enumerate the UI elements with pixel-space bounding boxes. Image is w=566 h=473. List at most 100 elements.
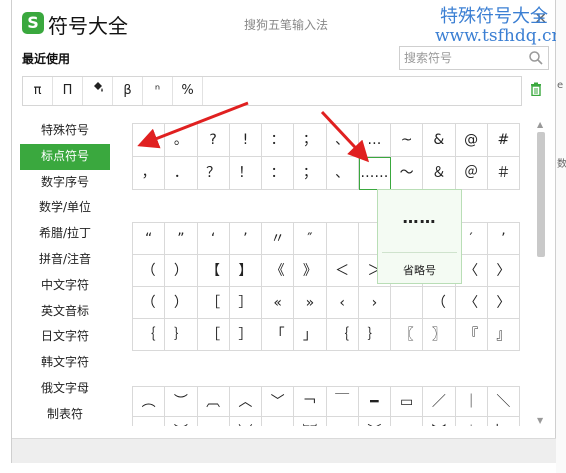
symbol-cell[interactable]: 》	[294, 255, 327, 287]
symbol-cell[interactable]: ‘	[197, 223, 230, 255]
symbol-cell[interactable]: ‹	[326, 287, 359, 319]
symbol-cell[interactable]: ﹀	[262, 387, 295, 417]
symbol-cell[interactable]: 、	[326, 124, 359, 157]
recent-symbol-fill-icon[interactable]	[83, 77, 113, 105]
symbol-cell[interactable]: !	[229, 124, 262, 157]
symbol-cell[interactable]: ︻	[391, 417, 424, 426]
symbol-cell[interactable]: （	[133, 255, 166, 287]
symbol-cell[interactable]: ～	[391, 157, 424, 190]
symbol-cell[interactable]: ！	[229, 157, 262, 190]
symbol-cell[interactable]: ︸	[294, 417, 327, 426]
symbol-cell[interactable]: ）	[165, 287, 198, 319]
symbol-cell[interactable]	[391, 287, 424, 319]
symbol-cell[interactable]: ：	[262, 157, 295, 190]
symbol-cell[interactable]: ￣	[326, 387, 359, 417]
symbol-cell[interactable]: ￢	[294, 387, 327, 417]
symbol-cell[interactable]: &	[423, 124, 456, 157]
symbol-cell[interactable]: ，	[133, 157, 166, 190]
symbol-cell[interactable]: ︺	[230, 417, 262, 426]
symbol-cell[interactable]: ︵	[133, 387, 166, 417]
symbol-cell[interactable]: ’	[487, 223, 520, 255]
symbol-cell[interactable]: ＜	[326, 255, 359, 287]
symbol-cell[interactable]: @	[455, 124, 488, 157]
symbol-cell[interactable]: 〈	[455, 287, 488, 319]
symbol-cell[interactable]: （	[133, 287, 166, 319]
scroll-thumb[interactable]	[537, 132, 545, 257]
symbol-cell[interactable]: 『	[455, 319, 488, 351]
symbol-cell[interactable]: ；	[294, 157, 327, 190]
recent-symbol[interactable]: ⁿ	[143, 77, 173, 105]
symbol-cell[interactable]: ）	[165, 255, 198, 287]
symbol-cell[interactable]: ~	[391, 124, 424, 157]
symbol-cell[interactable]: ｝	[358, 319, 391, 351]
symbol-cell[interactable]: ›	[358, 287, 391, 319]
symbol-cell[interactable]: ▭	[391, 387, 424, 417]
sidebar-item[interactable]: 标点符号	[20, 143, 110, 170]
symbol-cell[interactable]: ？	[197, 157, 230, 190]
symbol-cell[interactable]: ″	[294, 223, 327, 255]
symbol-cell[interactable]: ．	[165, 157, 198, 190]
symbol-cell[interactable]: ︽	[327, 417, 359, 426]
symbol-cell[interactable]: …	[358, 124, 391, 157]
symbol-cell[interactable]: 〃	[262, 223, 295, 255]
search-input[interactable]	[404, 50, 524, 66]
symbol-cell[interactable]: （	[423, 287, 456, 319]
symbol-cell[interactable]: ＠	[455, 157, 488, 190]
symbol-cell[interactable]: ︿	[229, 387, 262, 417]
symbol-cell[interactable]: ｛	[326, 319, 359, 351]
symbol-cell[interactable]: “	[133, 223, 166, 255]
symbol-cell[interactable]: 〉	[487, 287, 520, 319]
symbol-cell[interactable]: ︾	[359, 417, 391, 426]
sidebar-item[interactable]: 数学/单位	[20, 195, 110, 221]
recent-symbol[interactable]: Π	[53, 77, 83, 105]
symbol-cell[interactable]: ｝	[165, 319, 198, 351]
symbol-cell[interactable]: ︶	[165, 417, 198, 426]
scroll-down-icon[interactable]: ▼	[537, 416, 543, 425]
symbol-cell[interactable]: ［	[197, 319, 230, 351]
symbol-cell[interactable]: 〖	[391, 319, 424, 351]
symbol-cell[interactable]: 〉	[487, 255, 520, 287]
sidebar-item[interactable]: 希腊/拉丁	[20, 221, 110, 247]
symbol-cell[interactable]: ；	[294, 124, 327, 157]
symbol-cell[interactable]: ,	[133, 124, 166, 157]
symbol-cell[interactable]: ︹	[198, 417, 230, 426]
symbol-cell[interactable]: ︹	[197, 387, 230, 417]
sidebar-item[interactable]: 英文音标	[20, 299, 110, 325]
symbol-cell[interactable]: 』	[487, 319, 520, 351]
symbol-cell[interactable]: 【	[197, 255, 230, 287]
symbol-cell[interactable]: 、	[326, 157, 359, 190]
sidebar-item[interactable]: 数字序号	[20, 170, 110, 196]
symbol-cell[interactable]: 〗	[423, 319, 456, 351]
symbol-cell[interactable]: ｜	[455, 387, 488, 417]
symbol-cell[interactable]: ’	[229, 223, 262, 255]
symbol-cell[interactable]: ］	[229, 287, 262, 319]
scrollbar[interactable]: ▲ ▼	[535, 118, 547, 430]
symbol-cell[interactable]: ……	[358, 157, 391, 190]
recent-symbol[interactable]: β	[113, 77, 143, 105]
symbol-cell[interactable]: »	[294, 287, 327, 319]
recent-symbol[interactable]: %	[173, 77, 203, 105]
symbol-cell[interactable]: ︼	[423, 417, 456, 426]
symbol-cell[interactable]: 《	[262, 255, 295, 287]
symbol-cell[interactable]: ︶	[165, 387, 198, 417]
symbol-cell[interactable]: ?	[197, 124, 230, 157]
symbol-cell[interactable]: ＆	[423, 157, 456, 190]
search-box[interactable]	[399, 46, 549, 70]
sidebar-item[interactable]: 俄文字母	[20, 376, 110, 402]
sidebar-item[interactable]: 特殊符号	[20, 118, 110, 144]
symbol-cell[interactable]: «	[262, 287, 295, 319]
symbol-cell[interactable]	[326, 223, 359, 255]
sidebar-item[interactable]: 拼音/注音	[20, 247, 110, 273]
symbol-cell[interactable]: #	[487, 124, 520, 157]
symbol-cell[interactable]: ━	[358, 387, 391, 417]
symbol-cell[interactable]: 。	[165, 124, 198, 157]
symbol-cell[interactable]: ︵	[133, 417, 166, 426]
scroll-up-icon[interactable]: ▲	[537, 120, 543, 129]
sidebar-item[interactable]: 制表符	[20, 402, 110, 428]
symbol-cell[interactable]: ＼	[487, 387, 520, 417]
symbol-cell[interactable]: ］	[229, 319, 262, 351]
symbol-cell[interactable]: 「	[262, 319, 295, 351]
search-icon[interactable]	[528, 50, 544, 66]
symbol-cell[interactable]: ︱	[456, 417, 488, 426]
symbol-cell[interactable]: ｛	[133, 319, 166, 351]
